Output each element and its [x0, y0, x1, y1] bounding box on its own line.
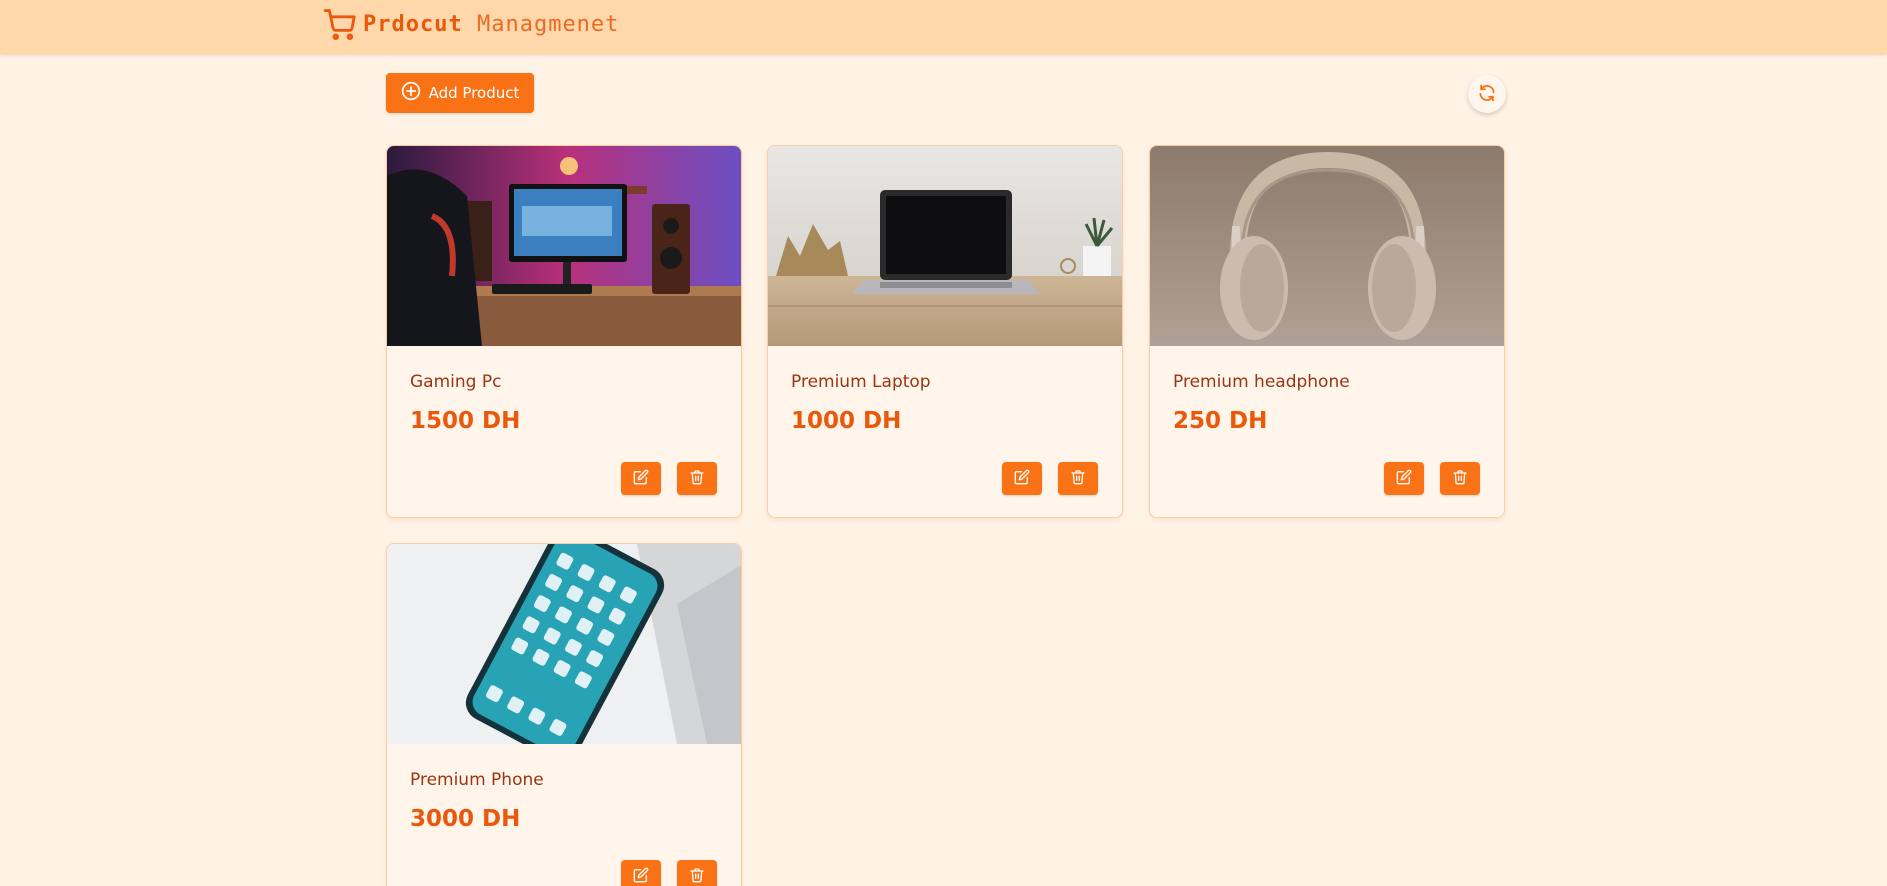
- trash-icon: [1070, 469, 1086, 488]
- app-title-part1: Prdocut: [363, 11, 463, 37]
- phone-photo: [387, 544, 741, 744]
- product-card: Premium headphone 250 DH: [1149, 145, 1505, 518]
- delete-button[interactable]: [1058, 462, 1098, 495]
- app-title-part2: Managmenet: [476, 11, 620, 37]
- laptop-photo: [768, 146, 1122, 346]
- trash-icon: [689, 867, 705, 886]
- gaming-pc-photo: [387, 146, 741, 346]
- refresh-icon: [1477, 83, 1497, 106]
- trash-icon: [1452, 469, 1468, 488]
- edit-button[interactable]: [621, 462, 661, 495]
- shopping-cart-icon: [323, 7, 357, 41]
- brand[interactable]: Prdocut Managmenet: [323, 4, 619, 44]
- product-price: 1000 DH: [791, 408, 902, 434]
- edit-icon: [1396, 469, 1412, 488]
- edit-icon: [633, 867, 649, 886]
- plus-circle-icon: [401, 81, 421, 105]
- product-price: 3000 DH: [410, 806, 521, 832]
- product-price: 1500 DH: [410, 408, 521, 434]
- delete-button[interactable]: [677, 860, 717, 886]
- product-name: Gaming Pc: [410, 372, 502, 392]
- product-name: Premium Phone: [410, 770, 544, 790]
- edit-icon: [633, 469, 649, 488]
- add-product-label: Add Product: [428, 84, 520, 102]
- product-price: 250 DH: [1173, 408, 1268, 434]
- add-product-button[interactable]: Add Product: [386, 73, 534, 113]
- product-card: Premium Phone 3000 DH: [386, 543, 742, 886]
- edit-button[interactable]: [621, 860, 661, 886]
- top-bar: Prdocut Managmenet: [0, 0, 1887, 54]
- refresh-button[interactable]: [1468, 75, 1506, 113]
- product-name: Premium Laptop: [791, 372, 931, 392]
- app-title: Prdocut Managmenet: [363, 12, 619, 37]
- product-name: Premium headphone: [1173, 372, 1350, 392]
- headphone-photo: [1150, 146, 1504, 346]
- product-card: Gaming Pc 1500 DH: [386, 145, 742, 518]
- trash-icon: [689, 469, 705, 488]
- edit-button[interactable]: [1002, 462, 1042, 495]
- delete-button[interactable]: [1440, 462, 1480, 495]
- product-card: Premium Laptop 1000 DH: [767, 145, 1123, 518]
- edit-icon: [1014, 469, 1030, 488]
- delete-button[interactable]: [677, 462, 717, 495]
- edit-button[interactable]: [1384, 462, 1424, 495]
